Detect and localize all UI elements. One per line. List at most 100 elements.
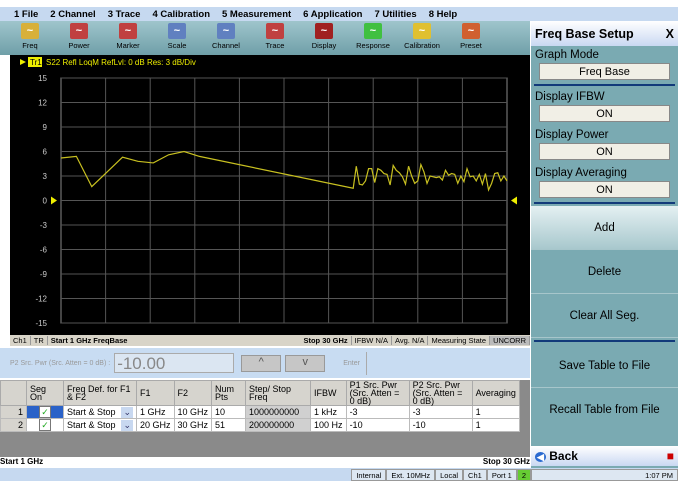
status-ext-ref: Ext. 10MHz: [386, 468, 436, 481]
column-header: F2: [173, 380, 213, 406]
table-cell[interactable]: 1 kHz: [310, 405, 347, 419]
status-port: Port 1: [486, 468, 517, 481]
display-power-toggle[interactable]: ON: [539, 143, 670, 160]
toolbar-power-button[interactable]: ~ Power: [57, 21, 101, 55]
enter-button[interactable]: Enter: [337, 351, 367, 375]
menu-application[interactable]: 6 Application: [303, 9, 362, 20]
table-cell[interactable]: 10 GHz: [173, 405, 213, 419]
row-number[interactable]: 2: [0, 418, 27, 432]
toolbar-label: Power: [68, 41, 90, 50]
cell-text: 1 kHz: [314, 407, 338, 417]
graph-mode-field[interactable]: Freq Base: [539, 63, 670, 80]
toolbar-trace-button[interactable]: ~ Trace: [253, 21, 297, 55]
clear-all-seg-button[interactable]: Clear All Seg.: [531, 294, 678, 338]
toolbar-preset-button[interactable]: ~ Preset: [449, 21, 493, 55]
graph-mode-label: Graph Mode: [535, 49, 599, 61]
toolbar-label: Trace: [265, 41, 285, 50]
trace-chart: 15 12 9 6 3 0 -3 -6 -9 -12 -15 Tr1 S22 Refl LoqM Ref…: [10, 55, 530, 335]
cell-text: Start & Stop: [67, 419, 116, 430]
back-button[interactable]: ◀ Back ■: [531, 446, 678, 466]
toolbar-display-button[interactable]: ~ Display: [302, 21, 346, 55]
cell-text: 200000000: [249, 420, 295, 430]
table-cell[interactable]: 10: [211, 405, 247, 419]
table-cell[interactable]: 51: [211, 418, 247, 432]
table-row[interactable]: 1 ✓ Start & Stop ⌄ 1 GHz 10 GHz 10 1000000000 1 …: [0, 405, 520, 419]
back-arrow-icon: ◀: [535, 452, 546, 462]
column-header: Freq Def. for F1 & F2: [63, 380, 137, 406]
table-cell[interactable]: 1 GHz: [136, 405, 175, 419]
increment-button[interactable]: ^: [241, 354, 282, 372]
add-button[interactable]: Add: [531, 206, 678, 250]
y-tick-label: 6: [43, 148, 48, 157]
cell-text: 51: [215, 420, 226, 430]
table-cell[interactable]: -10: [408, 418, 473, 432]
menu-help[interactable]: 8 Help: [429, 9, 458, 20]
table-cell[interactable]: -3: [345, 405, 410, 419]
power-value-input[interactable]: -10.00: [114, 353, 235, 373]
y-tick-label: 15: [38, 74, 47, 83]
freq-def-select[interactable]: Start & Stop ⌄: [63, 418, 137, 432]
y-tick-label: 0: [43, 197, 48, 206]
menu-measurement[interactable]: 5 Measurement: [222, 9, 291, 20]
status-internal: Internal: [351, 468, 387, 481]
cell-text: 1 GHz: [140, 407, 166, 417]
power-icon: ~: [70, 23, 88, 39]
freq-def-select[interactable]: Start & Stop ⌄: [63, 405, 137, 419]
step-stop-cell[interactable]: 1000000000: [245, 405, 312, 419]
footer-stop: Stop 30 GHz: [482, 457, 530, 466]
cell-text: 30 GHz: [177, 420, 209, 430]
toolbar-label: Scale: [167, 41, 187, 50]
table-cell[interactable]: 20 GHz: [136, 418, 175, 432]
chevron-down-icon[interactable]: ⌄: [121, 406, 133, 418]
display-averaging-toggle[interactable]: ON: [539, 181, 670, 198]
toolbar-channel-button[interactable]: ~ Channel: [204, 21, 248, 55]
cell-text: -10: [349, 420, 363, 430]
menu-file[interactable]: 1 File: [14, 9, 38, 20]
display-power-label: Display Power: [535, 129, 609, 141]
display-averaging-label: Display Averaging: [535, 167, 627, 179]
toolbar-freq-button[interactable]: ~ Freq: [8, 21, 52, 55]
toolbar-marker-button[interactable]: ~ Marker: [106, 21, 150, 55]
table-cell[interactable]: 1: [471, 405, 520, 419]
save-table-button[interactable]: Save Table to File: [531, 344, 678, 388]
power-label: P2 Src. Pwr (Src. Atten = 0 dB) :: [10, 359, 111, 367]
menu-trace[interactable]: 3 Trace: [108, 9, 141, 20]
status-local: Local: [435, 468, 464, 481]
freq-icon: ~: [21, 23, 39, 39]
close-button[interactable]: X: [666, 27, 674, 41]
row-number[interactable]: 1: [0, 405, 27, 419]
tr-label: TR: [31, 336, 48, 345]
start-label: Start 1 GHz FreqBase: [50, 336, 128, 345]
menu-channel[interactable]: 2 Channel: [50, 9, 95, 20]
seg-on-checkbox[interactable]: ✓: [26, 405, 64, 419]
table-cell[interactable]: -10: [345, 418, 410, 432]
table-cell[interactable]: 30 GHz: [173, 418, 213, 432]
trace-active-marker: [20, 59, 26, 65]
y-tick-label: -6: [40, 246, 48, 255]
menu-utilities[interactable]: 7 Utilities: [374, 9, 416, 20]
y-tick-label: 3: [43, 172, 48, 181]
step-stop-cell[interactable]: 200000000: [245, 418, 312, 432]
toolbar-scale-button[interactable]: ~ Scale: [155, 21, 199, 55]
table-cell[interactable]: 100 Hz: [310, 418, 347, 432]
chart-svg: 15 12 9 6 3 0 -3 -6 -9 -12 -15 Tr1 S22 Refl LoqM Ref…: [20, 57, 517, 328]
menu-calibration[interactable]: 4 Calibration: [152, 9, 210, 20]
toolbar-response-button[interactable]: ~ Response: [351, 21, 395, 55]
delete-button[interactable]: Delete: [531, 250, 678, 294]
table-row[interactable]: 2 ✓ Start & Stop ⌄ 20 GHz 30 GHz 51 200000000 10…: [0, 418, 520, 432]
toolbar-calibration-button[interactable]: ~ Calibration: [400, 21, 444, 55]
chevron-down-icon[interactable]: ⌄: [121, 419, 133, 431]
cell-text: 1: [475, 407, 481, 417]
cell-text: ✓: [39, 405, 51, 418]
display-ifbw-toggle[interactable]: ON: [539, 105, 670, 122]
stop-label: Stop 30 GHz: [300, 336, 352, 345]
cell-text: Start & Stop: [67, 406, 116, 417]
home-icon[interactable]: ■: [667, 449, 674, 463]
panel-title: Freq Base Setup: [535, 26, 634, 41]
table-cell[interactable]: 1: [471, 418, 520, 432]
recall-table-button[interactable]: Recall Table from File: [531, 388, 678, 432]
table-cell[interactable]: -3: [408, 405, 473, 419]
home-icon: ~: [462, 23, 480, 39]
seg-on-checkbox[interactable]: ✓: [26, 418, 64, 432]
decrement-button[interactable]: v: [285, 354, 326, 372]
